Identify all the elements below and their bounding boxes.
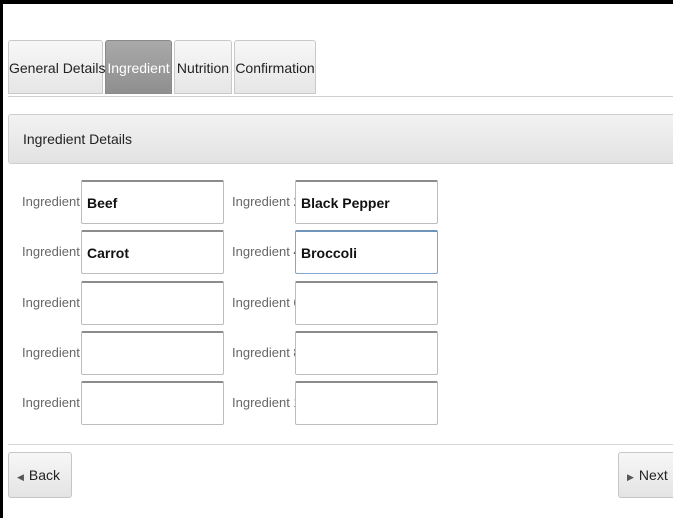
next-button-label: Next [638, 467, 668, 483]
arrow-right-icon: ▶ [627, 472, 634, 482]
ingredient-4-label: Ingredient 4: [232, 244, 305, 259]
ingredient-10-input[interactable] [295, 381, 438, 425]
tab-label: Confirmation [235, 60, 315, 76]
panel-header: Ingredient Details [8, 114, 673, 164]
tab-general-details[interactable]: General Details [8, 40, 106, 94]
ingredient-8-input[interactable] [295, 331, 438, 375]
ingredient-8-label: Ingredient 8: [232, 345, 305, 360]
window-left-border [0, 0, 3, 518]
ingredient-6-input[interactable] [295, 281, 438, 325]
ingredient-1-input[interactable] [81, 180, 224, 224]
tab-label: General Details [9, 60, 106, 76]
ingredient-6-label: Ingredient 6: [232, 295, 305, 310]
tab-label: Ingredient [107, 60, 170, 76]
ingredient-5-input[interactable] [81, 281, 224, 325]
ingredient-9-input[interactable] [81, 381, 224, 425]
next-button[interactable]: ▶ Next [618, 452, 673, 498]
ingredient-3-input[interactable] [81, 230, 224, 274]
tab-divider [8, 96, 673, 97]
tab-ingredient[interactable]: Ingredient [105, 40, 172, 94]
panel-title: Ingredient Details [23, 131, 132, 147]
arrow-left-icon: ◀ [17, 472, 24, 482]
ingredient-2-input[interactable] [295, 180, 438, 224]
tab-label: Nutrition [176, 60, 230, 76]
tab-confirmation[interactable]: Confirmation [234, 40, 316, 94]
ingredient-7-input[interactable] [81, 331, 224, 375]
back-button-label: Back [28, 467, 61, 483]
window-top-border [0, 0, 673, 4]
tab-nutrition[interactable]: Nutrition [174, 40, 232, 94]
ingredient-4-input[interactable] [295, 230, 438, 274]
back-button[interactable]: ◀ Back [8, 452, 72, 498]
footer-divider [8, 444, 673, 445]
ingredient-2-label: Ingredient 2: [232, 194, 305, 209]
